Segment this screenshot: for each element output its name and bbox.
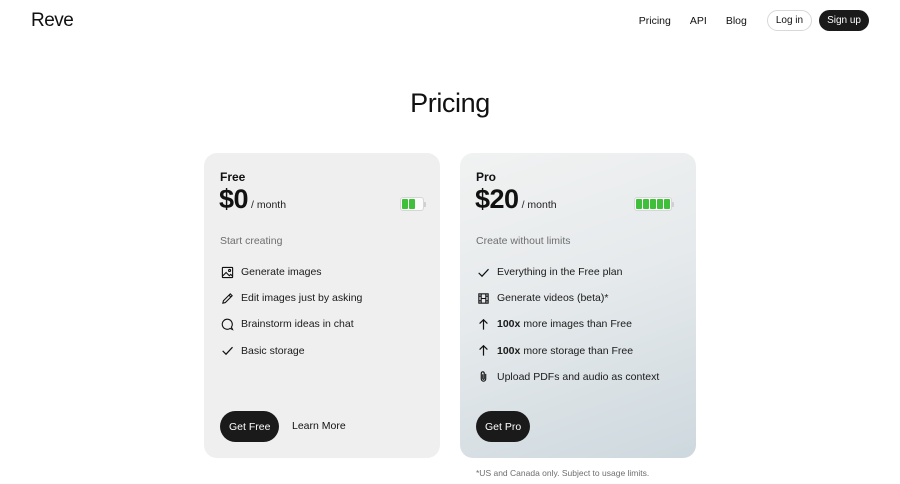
signup-button[interactable]: Sign up xyxy=(819,10,869,31)
feature-text: Basic storage xyxy=(241,344,305,357)
check-icon xyxy=(476,265,490,279)
feature-item: Basic storage xyxy=(220,338,362,364)
feature-text: Generate videos (beta)* xyxy=(497,292,609,305)
feature-text: Edit images just by asking xyxy=(241,292,363,305)
feature-item: Brainstorm ideas in chat xyxy=(220,311,362,337)
feature-item: Upload PDFs and audio as context xyxy=(476,364,659,390)
check-icon xyxy=(220,344,234,358)
get-free-button[interactable]: Get Free xyxy=(220,411,280,442)
feature-item: Everything in the Free plan xyxy=(476,259,659,285)
top-nav: Pricing API Blog Log in Sign up xyxy=(639,10,869,31)
battery-icon xyxy=(400,197,426,211)
feature-text: more images than Free xyxy=(523,318,632,331)
arrow-up-icon xyxy=(476,317,490,331)
plan-subheading: Start creating xyxy=(220,235,283,247)
nav-link-blog[interactable]: Blog xyxy=(726,15,747,27)
price-row: $0 / month xyxy=(219,184,286,215)
battery-cell xyxy=(657,199,663,209)
plan-period: / month xyxy=(251,199,287,211)
feature-text: Generate images xyxy=(241,266,322,279)
feature-item: 100x more storage than Free xyxy=(476,338,659,364)
get-pro-button[interactable]: Get Pro xyxy=(476,411,531,442)
battery-cell xyxy=(650,199,656,209)
plan-price: $20 xyxy=(475,184,519,214)
feature-text: Brainstorm ideas in chat xyxy=(241,318,354,331)
feature-item: Edit images just by asking xyxy=(220,285,362,311)
battery-cell xyxy=(409,199,415,209)
pencil-icon xyxy=(220,291,234,305)
feature-multiplier: 100x xyxy=(497,344,521,357)
brand-logo[interactable]: Reve xyxy=(31,10,74,32)
battery-cell xyxy=(664,199,670,209)
battery-cell-empty xyxy=(416,199,422,209)
price-row: $20 / month xyxy=(475,184,557,215)
feature-text: Everything in the Free plan xyxy=(497,266,623,279)
feature-text: Upload PDFs and audio as context xyxy=(497,370,660,383)
learn-more-link[interactable]: Learn More xyxy=(292,420,346,432)
feature-item: Generate videos (beta)* xyxy=(476,285,659,311)
feature-multiplier: 100x xyxy=(497,318,521,331)
feature-list: Everything in the Free plan Generate vid… xyxy=(476,259,659,390)
arrow-up-icon xyxy=(476,344,490,358)
battery-cell xyxy=(636,199,642,209)
chat-bubble-icon xyxy=(220,317,234,331)
battery-icon xyxy=(634,197,674,211)
battery-cell xyxy=(402,199,408,209)
battery-cell xyxy=(643,199,649,209)
feature-item: Generate images xyxy=(220,259,362,285)
plan-name: Free xyxy=(220,170,246,184)
plan-price: $0 xyxy=(219,184,249,214)
feature-item: 100x more images than Free xyxy=(476,311,659,337)
page-title: Pricing xyxy=(410,88,490,118)
image-icon xyxy=(220,265,234,279)
footnote: *US and Canada only. Subject to usage li… xyxy=(476,468,650,478)
nav-link-pricing[interactable]: Pricing xyxy=(639,15,671,27)
login-button[interactable]: Log in xyxy=(766,10,813,31)
plan-subheading: Create without limits xyxy=(476,235,571,247)
film-icon xyxy=(476,291,490,305)
plan-period: / month xyxy=(521,199,557,211)
feature-text: more storage than Free xyxy=(523,344,634,357)
plan-card-free: Free $0 / month Start creating Generate … xyxy=(204,153,440,458)
paperclip-icon xyxy=(476,370,490,384)
plan-name: Pro xyxy=(476,170,497,184)
feature-list: Generate images Edit images just by aski… xyxy=(220,259,362,364)
nav-link-api[interactable]: API xyxy=(690,15,707,27)
plan-card-pro: Pro $20 / month Create without limits Ev… xyxy=(460,153,696,458)
